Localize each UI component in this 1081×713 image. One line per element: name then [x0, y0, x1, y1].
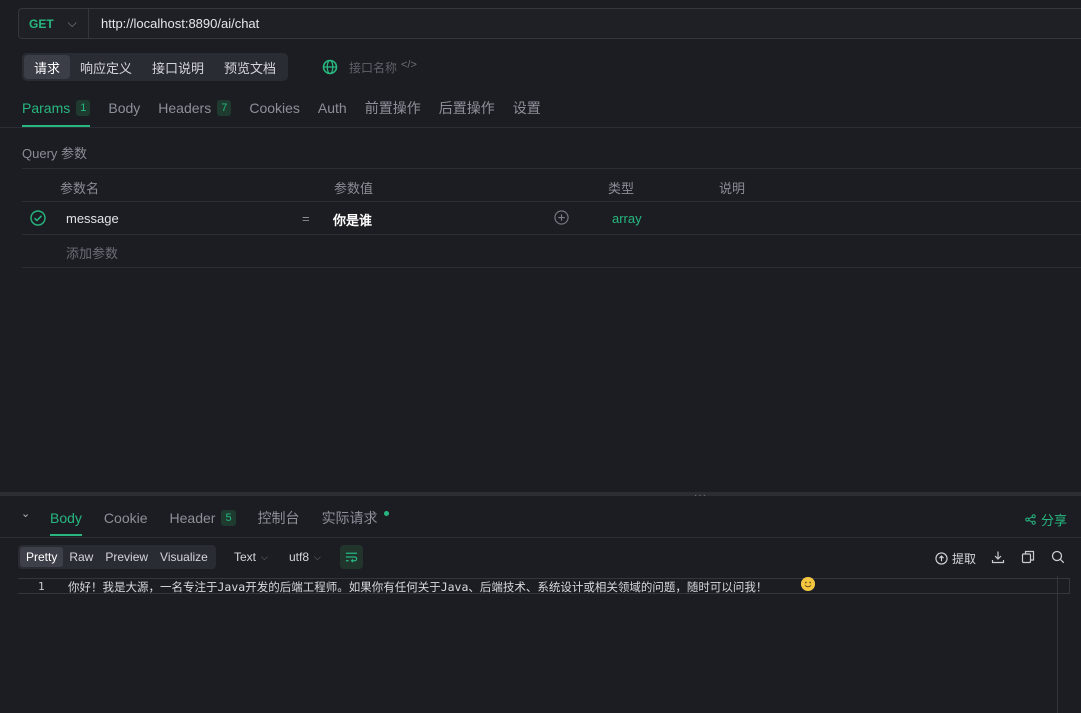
tab-label: Body: [108, 100, 141, 116]
plus-circle-icon[interactable]: [554, 210, 569, 225]
tab-label: Body: [50, 509, 82, 526]
api-name-input[interactable]: 接口名称: [349, 59, 397, 76]
share-button[interactable]: 分享: [1025, 510, 1067, 529]
tab-response-body[interactable]: Body: [50, 500, 82, 536]
status-dot: [383, 511, 389, 516]
param-name[interactable]: message: [66, 211, 119, 226]
tab-post-request[interactable]: 后置操作: [439, 90, 495, 126]
tab-auth[interactable]: Auth: [318, 90, 347, 126]
code-icon[interactable]: </>: [401, 59, 417, 71]
tab-pre-request[interactable]: 前置操作: [365, 90, 421, 126]
tab-label: 设置: [512, 100, 541, 116]
divider: [0, 127, 1081, 128]
tab-actual-request[interactable]: 实际请求: [322, 500, 389, 535]
tab-settings[interactable]: 设置: [513, 90, 541, 126]
section-title: Query 参数: [22, 146, 88, 161]
count-badge: 1: [76, 100, 91, 116]
panel-resize-handle[interactable]: [0, 492, 1081, 496]
table-header: 参数名 参数值 类型 说明: [22, 168, 1081, 202]
format-raw[interactable]: Raw: [63, 547, 99, 567]
table-row-add: 添加参数: [22, 234, 1081, 268]
format-preview[interactable]: Preview: [99, 547, 154, 567]
equals-sign: =: [302, 211, 310, 226]
chevron-down-icon: ⌵: [314, 551, 321, 562]
response-text: 你好！我是大源，一名专注于Java开发的后端工程师。如果你有任何关于Java、后…: [68, 580, 768, 594]
param-value[interactable]: 你是谁: [333, 210, 372, 229]
encoding-value: utf8: [289, 550, 310, 564]
content-type-value: Text: [234, 550, 257, 564]
tab-console[interactable]: 控制台: [258, 500, 300, 535]
add-param-input[interactable]: 添加参数: [66, 243, 118, 262]
param-type[interactable]: array: [612, 211, 642, 226]
tab-response-cookie[interactable]: Cookie: [104, 500, 148, 535]
check-circle-icon[interactable]: [30, 210, 46, 226]
format-switch: Pretty Raw Preview Visualize: [18, 545, 216, 569]
drag-grip-icon[interactable]: ···: [694, 490, 707, 501]
segment-api-description[interactable]: 接口说明: [142, 55, 214, 79]
tab-label: Cookies: [249, 100, 300, 116]
request-tabs: Params 1 Body Headers 7 Cookies Auth 前置操作 …: [22, 90, 559, 128]
wrap-icon: [345, 552, 358, 563]
encoding-select[interactable]: utf8 ⌵: [289, 550, 321, 564]
format-visualize[interactable]: Visualize: [154, 547, 214, 567]
segment-preview-doc[interactable]: 预览文档: [214, 55, 286, 79]
tab-headers[interactable]: Headers 7: [158, 90, 232, 126]
tab-label: 控制台: [257, 509, 300, 526]
chevron-down-icon[interactable]: ⌄: [21, 507, 30, 520]
count-badge: 7: [217, 100, 232, 116]
editor-scrollbar[interactable]: [1057, 576, 1073, 713]
table-row: message = 你是谁 array: [22, 201, 1081, 235]
tab-body[interactable]: Body: [108, 90, 140, 126]
tab-response-header[interactable]: Header 5: [170, 500, 236, 535]
response-tabs: Body Cookie Header 5 控制台 实际请求: [50, 500, 411, 537]
globe-icon[interactable]: [322, 59, 338, 75]
format-pretty[interactable]: Pretty: [20, 547, 64, 567]
search-icon[interactable]: [1051, 550, 1065, 564]
share-label: 分享: [1040, 513, 1067, 528]
tab-label: Header: [169, 509, 216, 526]
tab-label: 前置操作: [364, 100, 421, 116]
response-editor[interactable]: 1 你好！我是大源，一名专注于Java开发的后端工程师。如果你有任何关于Java…: [18, 576, 1073, 713]
content-type-select[interactable]: Text ⌵: [234, 550, 268, 564]
tab-label: Params: [22, 100, 71, 116]
divider: [0, 537, 1081, 538]
chevron-down-icon: ⌵: [261, 551, 268, 562]
chevron-down-icon: ⌵: [67, 16, 77, 30]
share-icon: [1025, 514, 1036, 525]
tab-label: 后置操作: [438, 100, 495, 116]
tab-label: Auth: [317, 100, 347, 116]
request-view-switch: 请求 响应定义 接口说明 预览文档: [22, 53, 289, 81]
column-header: 参数值: [334, 181, 374, 196]
copy-icon[interactable]: [1021, 550, 1035, 564]
column-header: 类型: [608, 181, 635, 196]
extract-label: 提取: [952, 552, 977, 566]
url-bar: GET ⌵ http://localhost:8890/ai/chat: [18, 8, 1081, 39]
upload-circle-icon: [935, 552, 948, 565]
smile-emoji-icon: [801, 577, 815, 591]
column-header: 参数名: [60, 181, 100, 196]
tab-label: 实际请求: [321, 509, 378, 526]
tab-params[interactable]: Params 1: [22, 90, 91, 127]
word-wrap-button[interactable]: [340, 545, 363, 569]
column-header: 说明: [719, 181, 746, 196]
url-input[interactable]: http://localhost:8890/ai/chat: [101, 16, 259, 31]
method-select[interactable]: GET ⌵: [19, 9, 89, 38]
line-number: 1: [38, 580, 45, 593]
extract-button[interactable]: 提取: [935, 550, 976, 567]
download-icon[interactable]: [991, 550, 1005, 564]
segment-response-definition[interactable]: 响应定义: [70, 55, 142, 79]
tab-label: Cookie: [103, 509, 148, 526]
method-label: GET: [29, 16, 54, 31]
segment-request[interactable]: 请求: [24, 55, 71, 79]
tab-cookies[interactable]: Cookies: [249, 90, 300, 126]
count-badge: 5: [221, 509, 236, 526]
tab-label: Headers: [158, 100, 212, 116]
